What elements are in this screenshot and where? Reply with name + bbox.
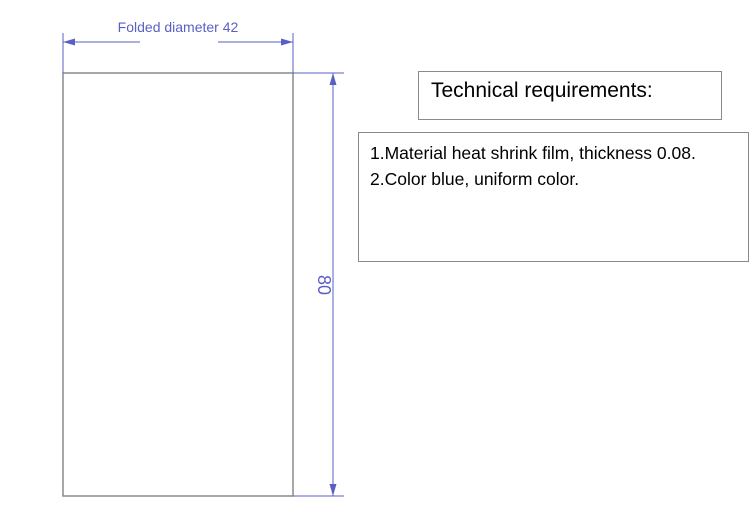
width-dimension [62, 33, 294, 73]
width-arrow-right [281, 38, 293, 46]
width-dimension-label: Folded diameter 42 [118, 19, 239, 35]
part-outline [62, 72, 294, 497]
technical-requirements-title-box: Technical requirements: [418, 71, 722, 120]
technical-requirements-title: Technical requirements: [431, 79, 653, 102]
requirement-item: 1.Material heat shrink film, thickness 0… [370, 143, 696, 163]
height-dimension-label: 80 [314, 275, 334, 295]
technical-requirements-list: 1.Material heat shrink film, thickness 0… [358, 132, 749, 262]
requirement-item: 2.Color blue, uniform color. [370, 169, 580, 189]
height-arrow-bottom [329, 484, 337, 496]
height-arrow-top [329, 73, 337, 85]
width-arrow-left [63, 38, 75, 46]
